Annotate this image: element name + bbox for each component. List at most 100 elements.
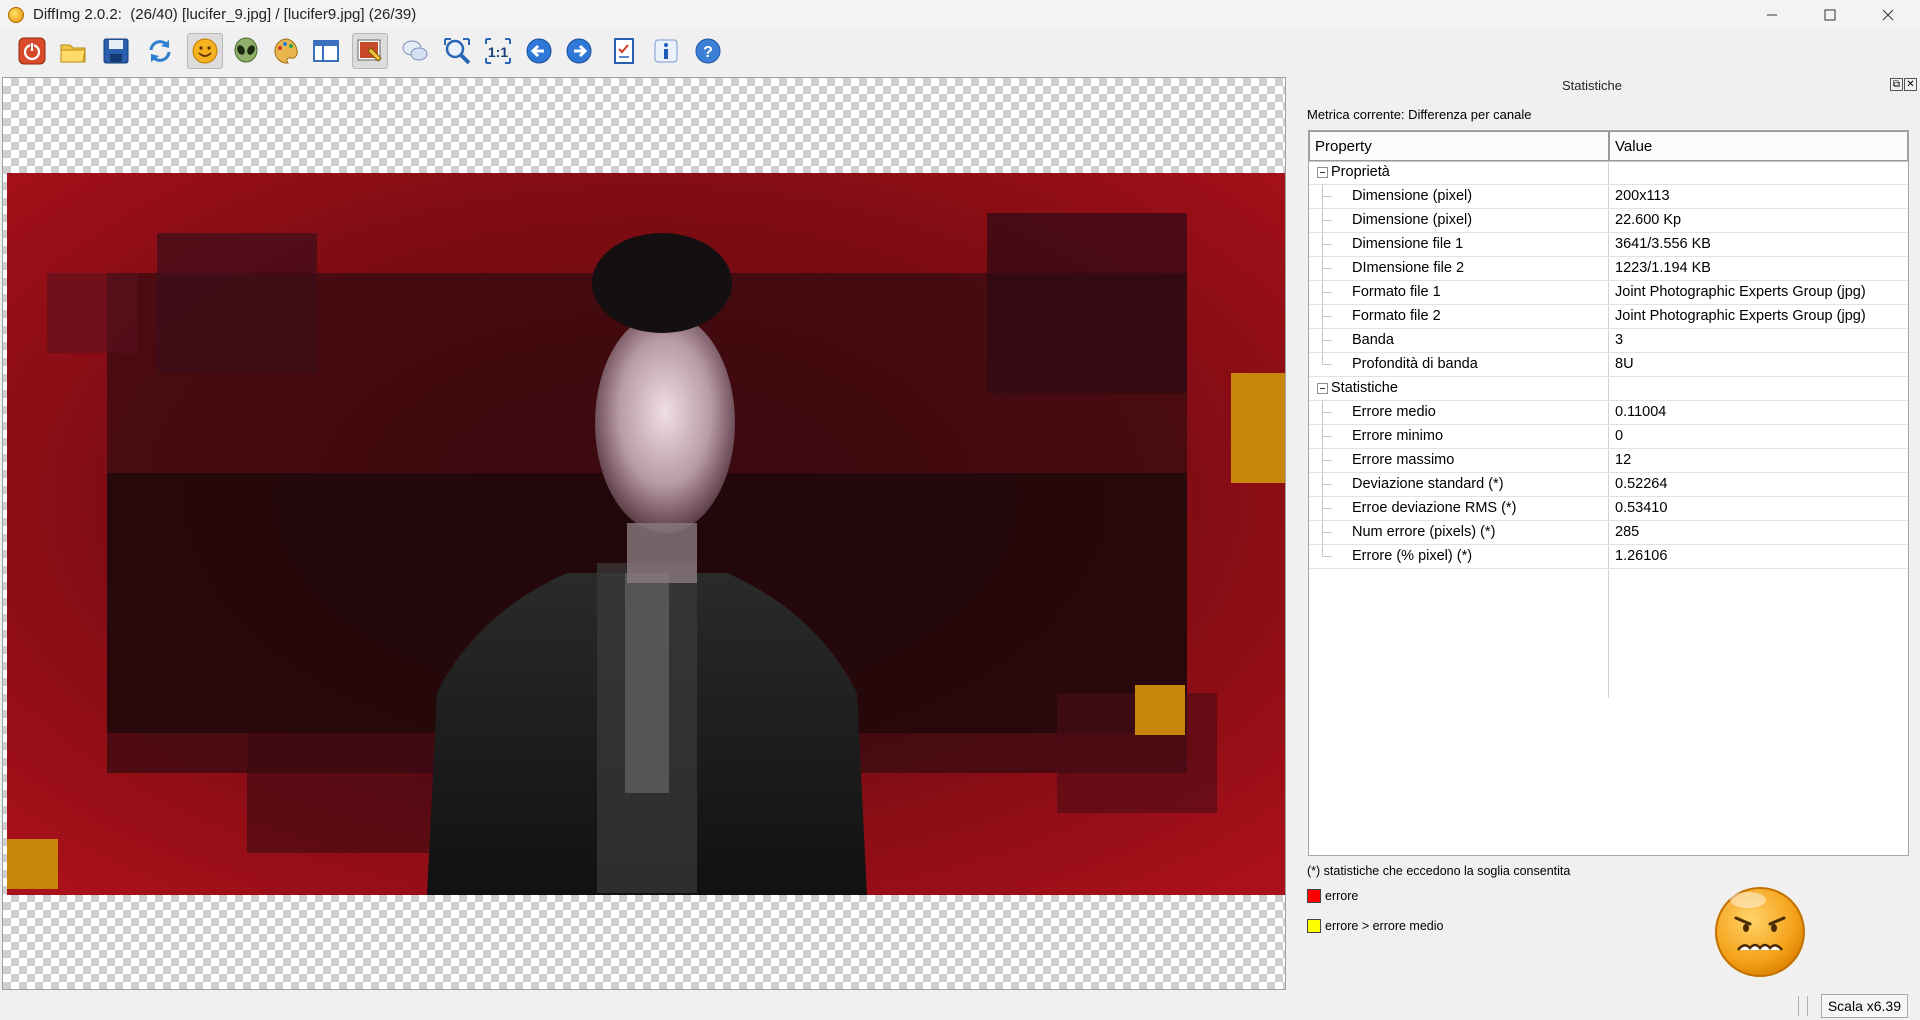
row-value: 22.600 Kp <box>1615 212 1682 228</box>
minimize-button[interactable] <box>1743 0 1801 30</box>
row-label: Formato file 1 <box>1352 284 1441 300</box>
row-label: Profondità di banda <box>1352 356 1478 372</box>
refresh-button[interactable] <box>142 33 178 69</box>
table-row[interactable]: Errore medio 0.11004 <box>1309 401 1908 425</box>
highlight-diff-button[interactable] <box>352 33 388 69</box>
close-icon: ✕ <box>1906 78 1915 90</box>
checklist-icon <box>614 38 634 64</box>
table-row[interactable]: Errore (% pixel) (*) 1.26106 <box>1309 545 1908 569</box>
table-row[interactable]: Deviazione standard (*) 0.52264 <box>1309 473 1908 497</box>
row-value: 0.53410 <box>1615 500 1668 516</box>
toolbar: 1:1 ? <box>0 30 1920 72</box>
maximize-button[interactable] <box>1801 0 1859 30</box>
diff-image-pixels <box>7 173 1285 895</box>
alien-icon <box>234 37 258 63</box>
column-header-value[interactable]: Value <box>1609 131 1908 161</box>
row-label: Errore massimo <box>1352 452 1455 468</box>
column-header-property[interactable]: Property <box>1309 131 1609 161</box>
status-bar: Scala x6.39 <box>0 992 1920 1020</box>
chat-bubbles-icon <box>402 40 428 61</box>
image-canvas[interactable] <box>2 77 1286 990</box>
open-folder-button[interactable] <box>55 33 91 69</box>
zoom-1to1-button[interactable]: 1:1 <box>480 33 516 69</box>
row-label: Erroe deviazione RMS (*) <box>1352 500 1517 516</box>
palette-icon <box>274 38 298 64</box>
row-label: Num errore (pixels) (*) <box>1352 524 1496 540</box>
row-label: Formato file 2 <box>1352 308 1441 324</box>
comments-button[interactable] <box>397 33 433 69</box>
table-row[interactable]: Formato file 2 Joint Photographic Expert… <box>1309 305 1908 329</box>
zoom-fit-button[interactable] <box>439 33 475 69</box>
diff-image[interactable] <box>7 173 1285 895</box>
table-row[interactable]: Num errore (pixels) (*) 285 <box>1309 521 1908 545</box>
svg-text:?: ? <box>703 44 713 61</box>
smiley-mode-button[interactable] <box>187 33 223 69</box>
table-row[interactable]: DImensione file 2 1223/1.194 KB <box>1309 257 1908 281</box>
table-row[interactable]: Formato file 1 Joint Photographic Expert… <box>1309 281 1908 305</box>
window-title: DiffImg 2.0.2: (26/40) [lucifer_9.jpg] /… <box>33 6 417 23</box>
save-button[interactable] <box>98 33 134 69</box>
row-value: 0.11004 <box>1615 404 1667 420</box>
row-value: 1.26106 <box>1615 548 1668 564</box>
help-button[interactable]: ? <box>690 33 726 69</box>
collapse-toggle-icon[interactable] <box>1317 167 1328 178</box>
palette-button[interactable] <box>268 33 304 69</box>
stats-dock-title: Statistiche <box>1562 78 1622 93</box>
row-value: 0.52264 <box>1615 476 1668 492</box>
minimize-icon <box>1767 14 1777 16</box>
table-row[interactable]: Errore massimo 12 <box>1309 449 1908 473</box>
help-icon: ? <box>695 38 721 64</box>
group-label: Proprietà <box>1331 164 1390 180</box>
power-icon <box>18 37 46 65</box>
row-value: 285 <box>1615 524 1640 540</box>
title-bar: DiffImg 2.0.2: (26/40) [lucifer_9.jpg] /… <box>0 0 1920 30</box>
info-icon <box>654 39 678 63</box>
info-button[interactable] <box>648 33 684 69</box>
zoom-1to1-icon: 1:1 <box>485 38 511 64</box>
panel-splitter[interactable] <box>1288 77 1294 990</box>
table-row[interactable]: Profondità di banda 8U <box>1309 353 1908 377</box>
legend-swatch-yellow <box>1307 919 1321 933</box>
stats-table: Property Value Proprietà Dimensione (pix… <box>1308 130 1909 856</box>
quit-button[interactable] <box>14 33 50 69</box>
collapse-toggle-icon[interactable] <box>1317 383 1328 394</box>
highlight-diff-icon <box>357 39 382 62</box>
row-value: 8U <box>1615 356 1634 372</box>
table-row[interactable]: Dimensione (pixel) 200x113 <box>1309 185 1908 209</box>
row-label: Banda <box>1352 332 1394 348</box>
checklist-button[interactable] <box>606 33 642 69</box>
group-row-statistics[interactable]: Statistiche <box>1309 377 1908 401</box>
table-row[interactable]: Dimensione file 1 3641/3.556 KB <box>1309 233 1908 257</box>
alien-button[interactable] <box>228 33 264 69</box>
group-row-properties[interactable]: Proprietà <box>1309 161 1908 185</box>
legend-item-error: errore <box>1307 887 1358 905</box>
table-row[interactable]: Dimensione (pixel) 22.600 Kp <box>1309 209 1908 233</box>
status-grip <box>1798 996 1808 1016</box>
dock-close-button[interactable]: ✕ <box>1904 78 1917 91</box>
layout-button[interactable] <box>308 33 344 69</box>
row-label: Dimensione file 1 <box>1352 236 1464 252</box>
legend-label: errore > errore medio <box>1325 919 1444 933</box>
previous-button[interactable] <box>521 33 557 69</box>
legend-swatch-red <box>1307 889 1321 903</box>
table-row[interactable]: Erroe deviazione RMS (*) 0.53410 <box>1309 497 1908 521</box>
legend-label: errore <box>1325 889 1359 903</box>
dock-float-button[interactable]: ⧉ <box>1890 78 1903 91</box>
folder-open-icon <box>60 44 86 63</box>
row-value: Joint Photographic Experts Group (jpg) <box>1615 308 1866 324</box>
smiley-icon <box>192 38 218 64</box>
close-icon <box>1882 9 1894 21</box>
row-label: Errore minimo <box>1352 428 1444 444</box>
close-window-button[interactable] <box>1859 0 1917 30</box>
current-metric-label: Metrica corrente: Differenza per canale <box>1307 107 1532 122</box>
float-icon: ⧉ <box>1892 78 1901 90</box>
row-label: Deviazione standard (*) <box>1352 476 1504 492</box>
row-value: 12 <box>1615 452 1632 468</box>
arrow-right-icon <box>566 38 592 64</box>
angry-face-icon <box>1712 884 1808 980</box>
next-button[interactable] <box>561 33 597 69</box>
table-row[interactable]: Errore minimo 0 <box>1309 425 1908 449</box>
row-value: 0 <box>1615 428 1624 444</box>
table-row[interactable]: Banda 3 <box>1309 329 1908 353</box>
app-icon <box>8 7 24 23</box>
